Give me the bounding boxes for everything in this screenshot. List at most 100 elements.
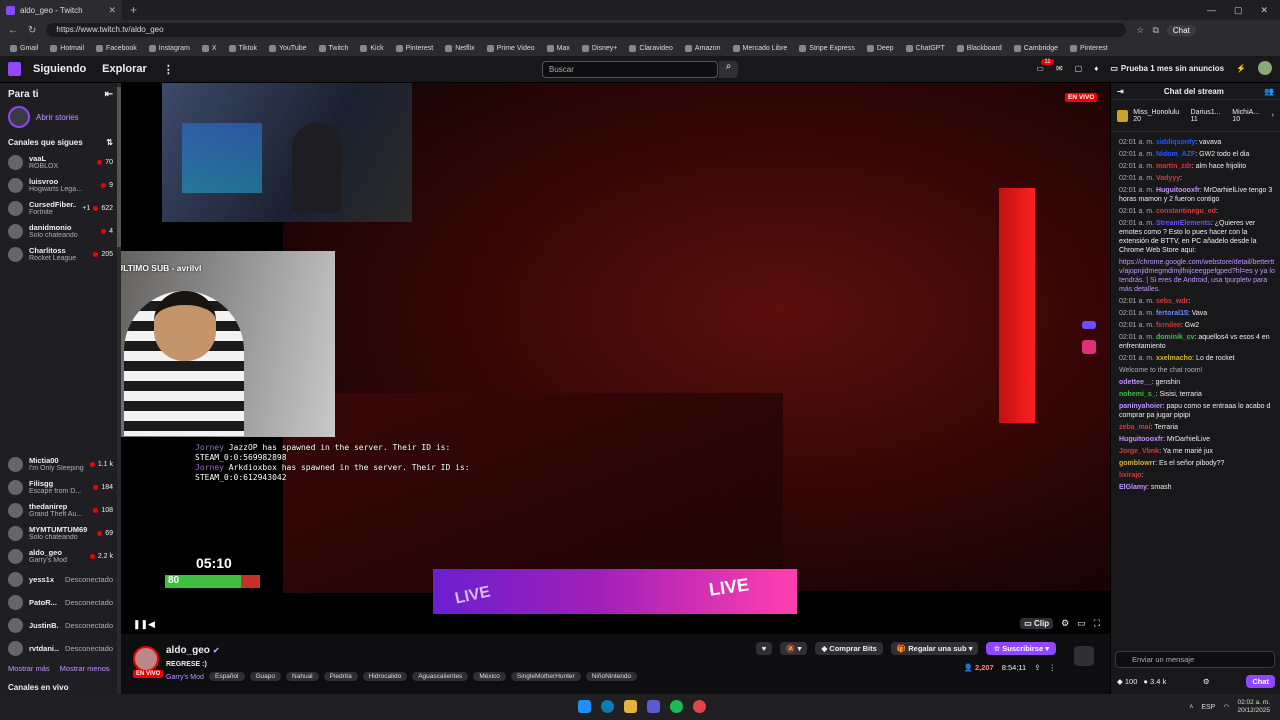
chat-username[interactable]: lixirajo — [1119, 472, 1142, 479]
activity-icon[interactable]: ▢ — [1075, 64, 1083, 73]
bookmark-item[interactable]: Facebook — [96, 44, 137, 52]
collapse-chat-icon[interactable]: ⇥ — [1117, 87, 1124, 96]
maximize-icon[interactable]: ▢ — [1234, 5, 1243, 16]
stream-tag[interactable]: México — [473, 672, 506, 681]
nav-following[interactable]: Siguiendo — [33, 63, 86, 75]
subscribe-button[interactable]: ☆ Suscribirse ▾ — [986, 642, 1056, 655]
notifications-icon[interactable]: ▭ 11 — [1036, 58, 1054, 73]
bookmark-item[interactable]: Deep — [866, 44, 894, 52]
pause-button[interactable]: ❚❚ — [133, 619, 148, 630]
chat-username[interactable]: Vadyyy — [1156, 175, 1180, 182]
back-icon[interactable]: ← — [8, 25, 18, 36]
sidebar-channel[interactable]: rvtdani... Desconectado — [0, 637, 121, 660]
bookmark-item[interactable]: Instagram — [148, 44, 190, 52]
bookmark-item[interactable]: Claravideo — [629, 44, 673, 52]
leaderboard-entry[interactable]: Darius1... 11 — [1191, 109, 1228, 123]
tray-chevron-icon[interactable]: ˄ — [1189, 704, 1193, 711]
prime-button[interactable]: ▭ Prueba 1 mes sin anuncios — [1110, 64, 1224, 73]
chat-username[interactable]: martin_zdr — [1156, 163, 1192, 170]
bookmark-item[interactable]: Stripe Express — [799, 44, 855, 52]
follow-heart-button[interactable]: ♥ — [755, 642, 773, 655]
browser-tab[interactable]: aldo_geo - Twitch ✕ — [0, 0, 122, 20]
bookmark-item[interactable]: Max — [546, 44, 570, 52]
bookmark-item[interactable]: Pinterest — [1070, 44, 1108, 52]
url-field[interactable]: https://www.twitch.tv/aldo_geo — [46, 23, 1127, 37]
streamer-name[interactable]: aldo_geo — [166, 645, 210, 656]
leaderboard-next-icon[interactable]: › — [1272, 112, 1274, 119]
chat-username[interactable]: dominik_cv — [1156, 334, 1195, 341]
edge-icon[interactable] — [601, 700, 614, 713]
chat-settings-icon[interactable]: ⚙ — [1203, 677, 1210, 686]
bookmark-item[interactable]: X — [201, 44, 217, 52]
close-tab-icon[interactable]: ✕ — [108, 5, 116, 16]
chat-username[interactable]: nohemi_s_ — [1119, 391, 1156, 398]
chat-username[interactable]: fxrnilee — [1156, 322, 1181, 329]
volume-icon[interactable]: ◀ — [148, 619, 155, 630]
bookmark-item[interactable]: Pinterest — [395, 44, 433, 52]
gift-sub-button[interactable]: 🎁 Regalar una sub ▾ — [890, 642, 979, 655]
chat-username[interactable]: gomblowrr — [1119, 460, 1155, 467]
bookmark-item[interactable]: Cambridge — [1013, 44, 1058, 52]
bookmark-item[interactable]: Disney+ — [581, 44, 617, 52]
crown-overlay-icon[interactable] — [1082, 321, 1096, 329]
sort-icon[interactable]: ⇅ — [106, 138, 113, 147]
bookmark-item[interactable]: Netflix — [445, 44, 475, 52]
stream-tag[interactable]: Guapo — [249, 672, 282, 681]
clock[interactable]: 02:02 a. m. 20/12/2025 — [1237, 699, 1270, 715]
stream-tag[interactable]: Nahual — [286, 672, 319, 681]
sidebar-channel[interactable]: yess1x Desconectado — [0, 568, 121, 591]
stream-tag[interactable]: Español — [209, 672, 245, 681]
bookmark-item[interactable]: Gmail — [10, 44, 38, 52]
bookmark-item[interactable]: Twitch — [318, 44, 348, 52]
sidebar-channel[interactable]: Filisgg Escape from D... 184 — [0, 476, 121, 499]
sidebar-channel[interactable]: luisvroo Hogwarts Lega... 9 — [0, 174, 121, 197]
collapse-sidebar-icon[interactable]: ⇤ — [105, 89, 113, 100]
user-avatar[interactable] — [1258, 61, 1272, 75]
more-menu-icon[interactable]: ⋮ — [163, 63, 174, 76]
buy-bits-button[interactable]: ◆ Comprar Bits — [815, 642, 883, 655]
star-icon[interactable]: ☆ — [1136, 25, 1144, 36]
chat-username[interactable]: ElGlamy — [1119, 484, 1147, 491]
chat-input[interactable]: Enviar un mensaje — [1115, 651, 1275, 668]
bookmark-item[interactable]: Prime Video — [486, 44, 535, 52]
theatre-mode-icon[interactable]: ▭ — [1077, 618, 1086, 629]
sidebar-channel[interactable]: thedanirep Grand Theft Au... 108 — [0, 499, 121, 522]
sidebar-channel[interactable]: MYMTUMTUM69 Solo chateando 69 — [0, 522, 121, 545]
discord-icon[interactable] — [647, 700, 660, 713]
inbox-icon[interactable]: ✉ — [1056, 64, 1063, 73]
stream-tag[interactable]: Piedrita — [323, 672, 358, 681]
search-input[interactable]: Buscar — [542, 61, 718, 78]
stream-tag[interactable]: NiñoNintendo — [585, 672, 638, 681]
sidebar-channel[interactable]: Charlitoss Rocket League 205 — [0, 243, 121, 266]
language-indicator[interactable]: ESP — [1201, 704, 1215, 711]
chat-username[interactable]: StreamElements — [1156, 220, 1211, 227]
leaderboard-entry[interactable]: Miss_Honolulu 20 — [1133, 109, 1185, 123]
chat-username[interactable]: xxelmacho — [1156, 355, 1192, 362]
bookmark-item[interactable]: Tiktok — [228, 44, 257, 52]
bits-balance[interactable]: ◆ 100 — [1117, 677, 1137, 686]
twitch-logo-icon[interactable] — [8, 62, 21, 76]
file-explorer-icon[interactable] — [624, 700, 637, 713]
chat-send-button[interactable]: Chat — [1246, 675, 1275, 688]
show-less-link[interactable]: Mostrar menos — [60, 664, 110, 673]
chatgpt-button[interactable]: Chat — [1166, 24, 1196, 36]
chat-username[interactable]: odettee__ — [1119, 379, 1152, 386]
settings-icon[interactable]: ⚙ — [1061, 618, 1069, 629]
nav-browse[interactable]: Explorar — [102, 63, 147, 75]
chat-username[interactable]: paninyahoier — [1119, 403, 1163, 410]
bookmark-item[interactable]: YouTube — [268, 44, 307, 52]
sidebar-channel[interactable]: danidmonio Solo chateando 4 — [0, 220, 121, 243]
extension-overlay-icon[interactable] — [1082, 340, 1096, 354]
more-options-icon[interactable]: ⋮ — [1049, 663, 1057, 672]
sidebar-channel[interactable]: JustinB... Desconectado — [0, 614, 121, 637]
points-balance[interactable]: ● 3.4 k — [1143, 677, 1166, 686]
chat-username[interactable]: Jorge_Vbnk — [1119, 448, 1159, 455]
chat-username[interactable]: constantinegu_ed — [1156, 208, 1216, 215]
chat-username[interactable]: sebs_wdr — [1156, 298, 1188, 305]
stream-tag[interactable]: SingleMotherHunter — [510, 672, 581, 681]
sidebar-channel[interactable]: Mictia00 I'm Only Sleeping 1.1 k — [0, 453, 121, 476]
bookmark-item[interactable]: Amazon — [684, 44, 721, 52]
sidebar-channel[interactable]: vaaL ROBLOX 70 — [0, 151, 121, 174]
reload-icon[interactable]: ↻ — [28, 25, 36, 36]
minimize-icon[interactable]: — — [1207, 5, 1216, 16]
